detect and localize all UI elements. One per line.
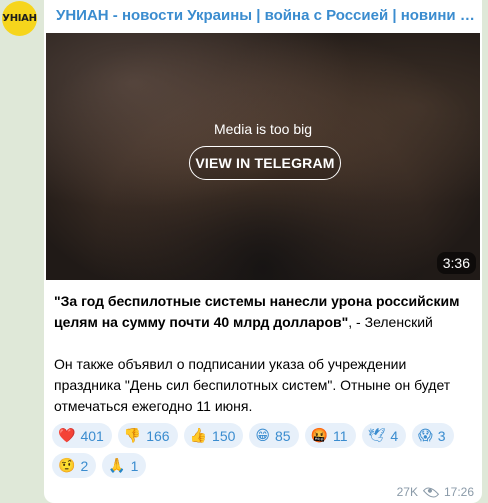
post-text: "За год беспилотные системы нанесли урон… bbox=[54, 291, 474, 438]
cursing-face-icon: 🤬 bbox=[310, 427, 329, 444]
reaction-scream[interactable]: 😱 3 bbox=[412, 423, 454, 448]
reaction-count: 166 bbox=[146, 427, 170, 444]
thumbs-up-icon: 👍 bbox=[189, 427, 208, 444]
media-too-big-notice: Media is too big bbox=[213, 121, 313, 137]
view-in-telegram-button[interactable]: VIEW IN TELEGRAM bbox=[189, 146, 341, 180]
reaction-count: 1 bbox=[130, 457, 139, 474]
eye-icon bbox=[422, 483, 440, 501]
reaction-count: 11 bbox=[333, 427, 348, 444]
raised-eyebrow-face-icon: 🤨 bbox=[58, 457, 76, 474]
screaming-face-icon: 😱 bbox=[418, 427, 433, 444]
reaction-count: 3 bbox=[437, 427, 446, 444]
red-heart-icon: ❤️ bbox=[58, 427, 76, 444]
avatar-logo-text: УНІАН bbox=[2, 13, 37, 24]
video-preview[interactable]: Media is too big VIEW IN TELEGRAM 3:36 bbox=[46, 33, 480, 280]
grinning-face-icon: 😁 bbox=[255, 427, 270, 444]
reaction-raised-eyebrow[interactable]: 🤨 2 bbox=[52, 453, 97, 478]
channel-title[interactable]: УНИАН - новости Украины | война с Россие… bbox=[56, 7, 476, 24]
view-count: 27K bbox=[396, 485, 418, 499]
channel-avatar[interactable]: УНІАН bbox=[2, 1, 37, 36]
reaction-count: 2 bbox=[80, 457, 89, 474]
thumbs-down-icon: 👎 bbox=[123, 427, 142, 444]
reaction-count: 4 bbox=[390, 427, 399, 444]
reaction-thumbs-down[interactable]: 👎 166 bbox=[117, 423, 178, 448]
reaction-count: 401 bbox=[80, 427, 104, 444]
dove-icon: 🕊 bbox=[367, 427, 386, 444]
video-duration-badge: 3:36 bbox=[436, 252, 476, 274]
message-time: 17:26 bbox=[443, 485, 474, 499]
post-attribution: , - Зеленский bbox=[348, 314, 433, 330]
reaction-count: 150 bbox=[212, 427, 236, 444]
reaction-dove[interactable]: 🕊 4 bbox=[361, 423, 407, 448]
reaction-folded-hands[interactable]: 🙏 1 bbox=[102, 453, 147, 478]
reaction-count: 85 bbox=[275, 427, 291, 444]
message-meta: 27K 17:26 bbox=[396, 483, 474, 501]
reaction-cursing[interactable]: 🤬 11 bbox=[304, 423, 356, 448]
reaction-grin[interactable]: 😁 85 bbox=[249, 423, 299, 448]
post-quote-paragraph: "За год беспилотные системы нанесли урон… bbox=[54, 291, 474, 333]
reaction-heart[interactable]: ❤️ 401 bbox=[52, 423, 112, 448]
reaction-thumbs-up[interactable]: 👍 150 bbox=[183, 423, 244, 448]
post-body: Он также объявил о подписании указа об у… bbox=[54, 356, 451, 414]
message-bubble: УНИАН - новости Украины | война с Россие… bbox=[44, 0, 482, 503]
folded-hands-icon: 🙏 bbox=[108, 457, 126, 474]
reactions-bar: ❤️ 401 👎 166 👍 150 😁 85 🤬 11 🕊 4 😱 3 🤨 2… bbox=[52, 423, 472, 478]
